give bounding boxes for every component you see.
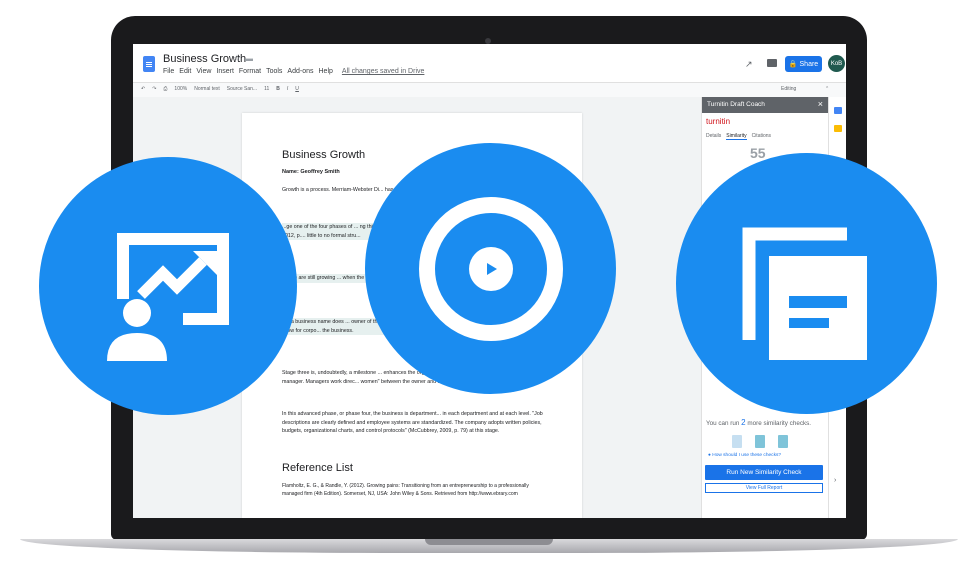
help-link[interactable]: ● How should I use these checks? — [708, 453, 781, 458]
print-icon[interactable]: ⎙ — [163, 86, 167, 92]
documents-circle — [676, 153, 937, 414]
menu-addons[interactable]: Add-ons — [287, 68, 313, 75]
turnitin-tabs: Details Similarity Citations — [706, 133, 771, 140]
redo-icon[interactable]: ↷ — [152, 86, 156, 92]
underline-icon[interactable]: U — [295, 86, 299, 92]
document-icon — [755, 435, 765, 448]
menu-edit[interactable]: Edit — [179, 68, 191, 75]
view-full-report-button[interactable]: View Full Report — [705, 483, 823, 493]
menu-insert[interactable]: Insert — [216, 68, 234, 75]
play-circle[interactable] — [365, 143, 616, 394]
presentation-growth-circle — [39, 157, 297, 415]
turnitin-logo: turnitin — [706, 117, 731, 126]
zoom-select[interactable]: 100% — [174, 86, 187, 92]
style-select[interactable]: Normal text — [194, 86, 220, 92]
save-status-link[interactable]: All changes saved in Drive — [342, 68, 425, 75]
laptop-notch — [425, 539, 553, 545]
italic-icon[interactable]: I — [287, 86, 288, 92]
folder-icon[interactable]: ▬ — [245, 54, 253, 63]
similarity-score: 55 — [750, 145, 766, 161]
author-line: Name: Geoffrey Smith — [282, 169, 340, 175]
documents-icon — [742, 227, 867, 360]
references-heading: Reference List — [282, 462, 353, 474]
runs-suffix: more similarity checks. — [747, 420, 812, 427]
menu-help[interactable]: Help — [319, 68, 333, 75]
remaining-checks: You can run 2 more similarity checks. — [706, 418, 811, 427]
run-similarity-check-button[interactable]: Run New Similarity Check — [705, 465, 823, 480]
share-button[interactable]: 🔒 Share — [785, 56, 822, 72]
presentation-growth-icon — [107, 233, 229, 361]
google-docs-icon[interactable] — [143, 56, 155, 72]
formatting-toolbar: ↶ ↷ ⎙ 100% Normal text Source San... 11 … — [133, 82, 846, 98]
check-history-icons — [732, 435, 788, 448]
page-heading: Business Growth — [282, 149, 366, 161]
comment-icon[interactable] — [767, 59, 777, 67]
turnitin-header: Turnitin Draft Coach × — [702, 97, 829, 113]
activity-trend-icon[interactable]: ↗ — [745, 59, 753, 70]
docs-header: Business Growth ☆ ▬ File Edit View Inser… — [133, 44, 846, 82]
tab-citations[interactable]: Citations — [752, 133, 771, 140]
tab-details[interactable]: Details — [706, 133, 721, 140]
avatar[interactable]: KoB — [828, 55, 845, 72]
size-select[interactable]: 11 — [264, 86, 269, 92]
lock-icon: 🔒 — [788, 61, 798, 68]
menu-file[interactable]: File — [163, 68, 174, 75]
runs-count: 2 — [741, 418, 746, 427]
undo-icon[interactable]: ↶ — [141, 86, 145, 92]
star-icon[interactable]: ☆ — [233, 53, 241, 64]
font-select[interactable]: Source San... — [227, 86, 257, 92]
document-icon — [732, 435, 742, 448]
runs-prefix: You can run — [706, 420, 740, 427]
editing-mode[interactable]: Editing — [781, 86, 796, 92]
toolbar-controls: ↶ ↷ ⎙ 100% Normal text Source San... 11 … — [141, 86, 299, 92]
menu-tools[interactable]: Tools — [266, 68, 282, 75]
close-icon[interactable]: × — [818, 99, 823, 109]
tab-similarity[interactable]: Similarity — [726, 133, 747, 140]
paragraph: In this advanced phase, or phase four, t… — [282, 411, 543, 435]
menu-format[interactable]: Format — [239, 68, 261, 75]
menu-bar: File Edit View Insert Format Tools Add-o… — [163, 68, 424, 75]
share-label: Share — [799, 60, 819, 68]
keep-icon[interactable] — [834, 125, 842, 132]
document-icon — [778, 435, 788, 448]
play-icon[interactable] — [401, 179, 581, 359]
help-link-label: How should I use these checks? — [712, 453, 782, 458]
reference-entry: Flamholtz, E. G., & Randle, Y. (2012). G… — [282, 483, 529, 497]
bold-icon[interactable]: B — [276, 86, 280, 92]
calendar-icon[interactable] — [834, 107, 842, 114]
laptop-chin — [133, 518, 846, 540]
menu-view[interactable]: View — [196, 68, 211, 75]
collapse-icon[interactable]: ⌃ — [825, 86, 829, 92]
chevron-right-icon[interactable]: › — [834, 477, 836, 484]
turnitin-title: Turnitin Draft Coach — [707, 101, 765, 108]
